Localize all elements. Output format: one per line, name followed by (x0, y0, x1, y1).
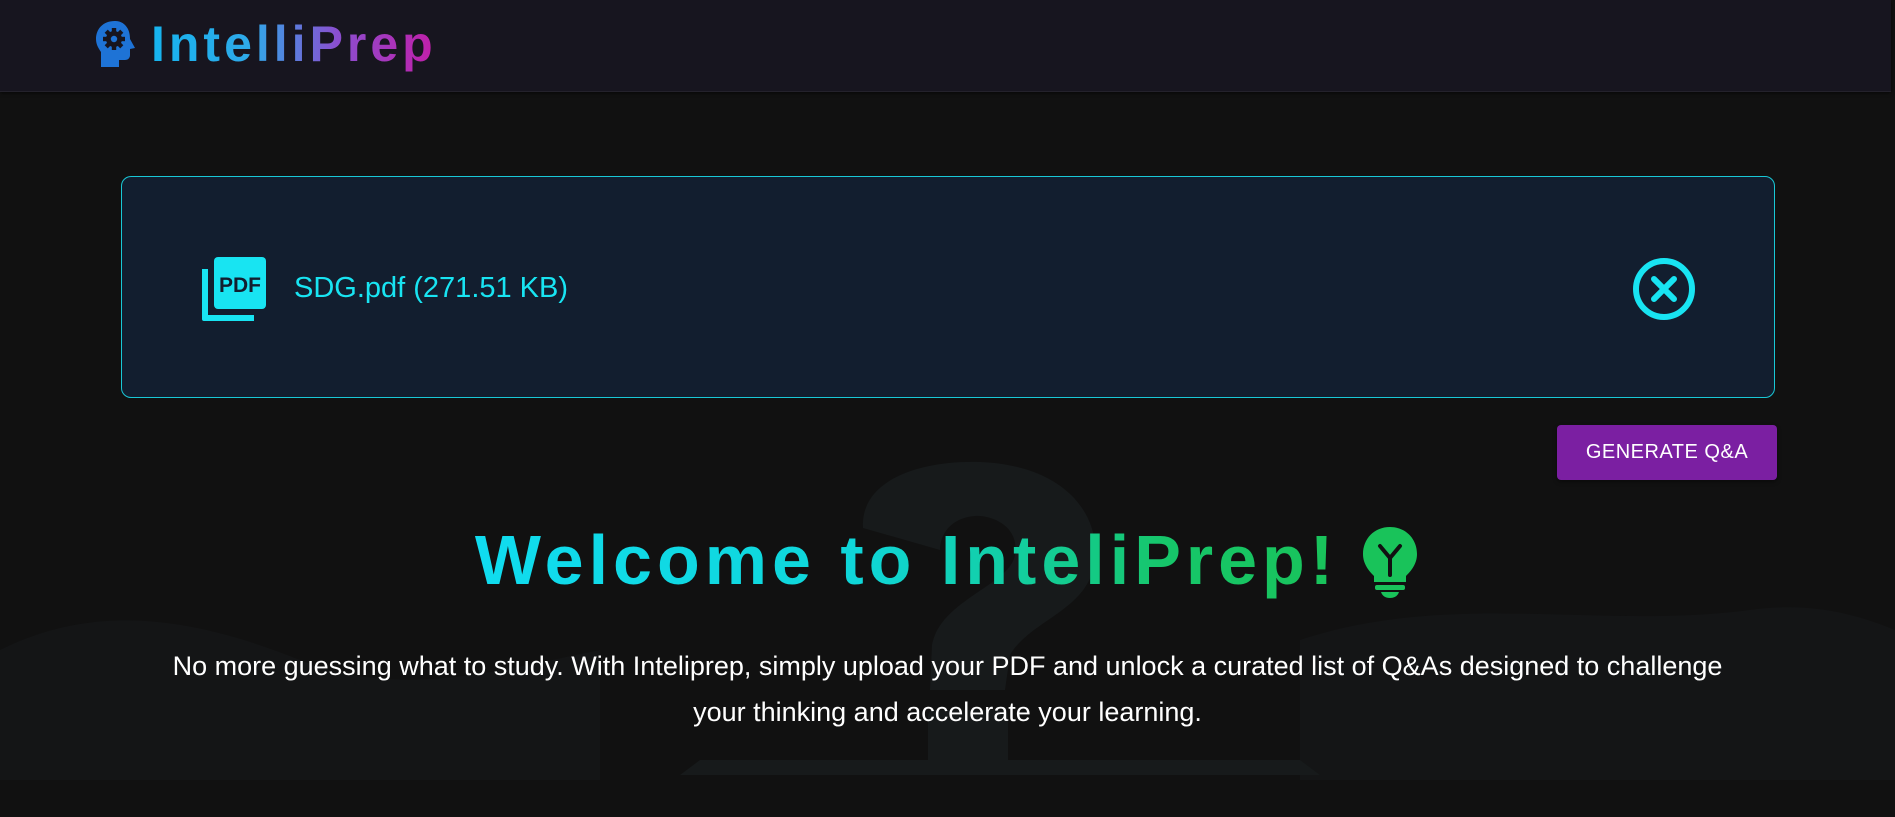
welcome-heading-row: Welcome to InteliPrep! (0, 520, 1895, 600)
svg-text:PDF: PDF (219, 274, 261, 297)
brand-name: IntelliPrep (151, 16, 437, 72)
app-root: IntelliPrep PDF SDG.pdf (271.51 KB) GENE… (0, 0, 1895, 817)
lightbulb-icon (1360, 525, 1420, 599)
welcome-description: No more guessing what to study. With Int… (172, 651, 1723, 727)
top-navbar: IntelliPrep (0, 0, 1891, 92)
uploaded-file-name: SDG.pdf (271.51 KB) (294, 272, 569, 304)
remove-file-button[interactable] (1631, 256, 1697, 322)
brand-logo-link[interactable]: IntelliPrep (93, 14, 437, 74)
generate-qa-button[interactable]: GENERATE Q&A (1557, 425, 1777, 480)
welcome-title: Welcome to InteliPrep! (474, 521, 1339, 599)
uploaded-file-card: PDF SDG.pdf (271.51 KB) (121, 176, 1775, 398)
close-circle-icon (1631, 258, 1697, 325)
head-gear-icon (93, 19, 139, 69)
pdf-stack-icon: PDF (200, 255, 268, 323)
